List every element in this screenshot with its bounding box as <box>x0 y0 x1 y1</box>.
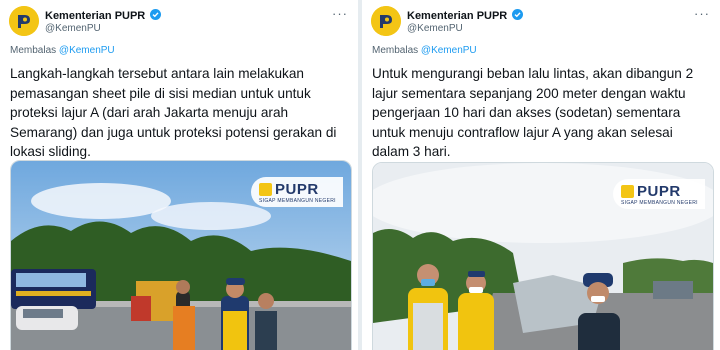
pupr-logo-watermark: PUPR SIGAP MEMBANGUN NEGERI <box>251 177 343 207</box>
pupr-mark-icon <box>621 185 634 198</box>
more-options-icon[interactable]: ··· <box>332 6 348 21</box>
verified-badge-icon <box>150 9 162 20</box>
replying-to: Membalas @KemenPU <box>372 45 477 56</box>
tweet-photo[interactable]: PUPR SIGAP MEMBANGUN NEGERI <box>10 160 352 350</box>
replying-label: Membalas <box>10 45 57 56</box>
account-avatar[interactable] <box>9 6 39 36</box>
account-handle[interactable]: @KemenPU <box>45 23 101 34</box>
replying-mention-link[interactable]: @KemenPU <box>421 45 477 56</box>
account-handle[interactable]: @KemenPU <box>407 23 463 34</box>
tweet-photo[interactable]: PUPR SIGAP MEMBANGUN NEGERI <box>372 162 714 350</box>
tweet-card-2[interactable]: Kementerian PUPR @KemenPU ··· Membalas @… <box>362 0 720 350</box>
account-avatar[interactable] <box>371 6 401 36</box>
replying-mention-link[interactable]: @KemenPU <box>59 45 115 56</box>
verified-badge-icon <box>512 9 524 20</box>
pupr-tagline: SIGAP MEMBANGUN NEGERI <box>621 200 698 206</box>
replying-to: Membalas @KemenPU <box>10 45 115 56</box>
pupr-mark-icon <box>259 183 272 196</box>
pupr-tagline: SIGAP MEMBANGUN NEGERI <box>259 198 336 204</box>
tweet-text: Untuk mengurangi beban lalu lintas, akan… <box>372 66 694 160</box>
tweet-text: Langkah-langkah tersebut antara lain mel… <box>10 66 337 160</box>
tweet-card-1[interactable]: Kementerian PUPR @KemenPU ··· Membalas @… <box>0 0 358 350</box>
account-name-text[interactable]: Kementerian PUPR <box>407 10 507 22</box>
more-options-icon[interactable]: ··· <box>694 6 710 21</box>
account-name[interactable]: Kementerian PUPR <box>407 9 524 22</box>
pupr-logo-watermark: PUPR SIGAP MEMBANGUN NEGERI <box>613 179 705 209</box>
account-name-text[interactable]: Kementerian PUPR <box>45 10 145 22</box>
pupr-logo-text: PUPR <box>637 183 681 200</box>
pupr-logo-text: PUPR <box>275 181 319 198</box>
replying-label: Membalas <box>372 45 419 56</box>
account-name[interactable]: Kementerian PUPR <box>45 9 162 22</box>
